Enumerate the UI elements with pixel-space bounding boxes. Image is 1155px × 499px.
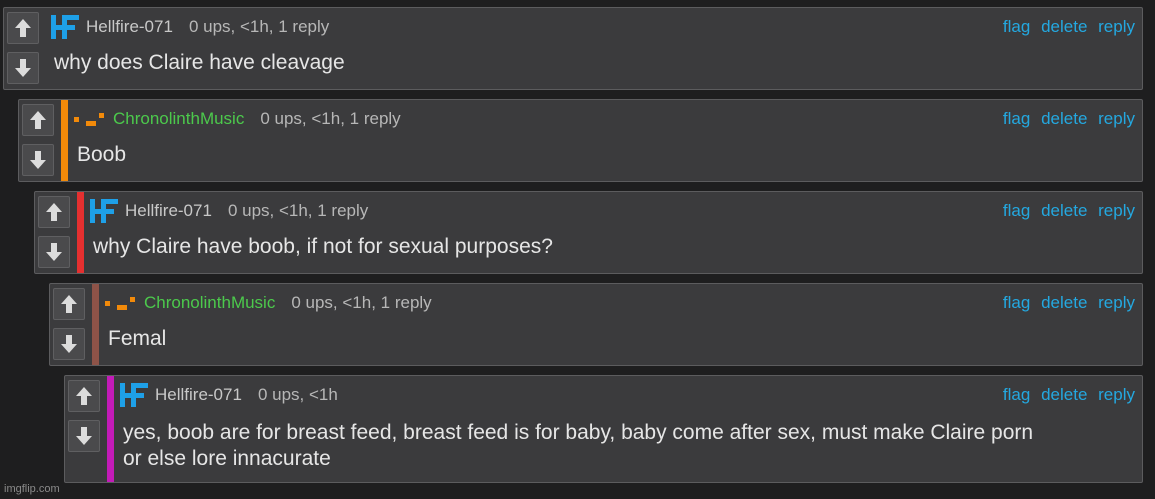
vote-controls <box>65 376 103 482</box>
arrow-up-icon <box>76 387 92 405</box>
reply-link[interactable]: reply <box>1098 201 1135 220</box>
comment-text: Femal <box>108 327 167 350</box>
comment-actions: flag delete reply <box>997 17 1135 37</box>
comment-actions: flag delete reply <box>997 385 1135 405</box>
thread-depth-bar <box>92 284 99 365</box>
comment-meta: 0 ups, <1h, 1 reply <box>227 201 369 220</box>
vote-controls <box>35 192 73 273</box>
comment-1: Hellfire-071 0 ups, <1h, 1 reply flag de… <box>3 7 1143 90</box>
comment-text: yes, boob are for breast feed, breast fe… <box>123 420 1133 472</box>
hf-logo-icon[interactable] <box>89 197 119 225</box>
comment-meta: 0 ups, <1h, 1 reply <box>188 17 330 36</box>
arrow-up-icon <box>15 19 31 37</box>
flag-link[interactable]: flag <box>1003 293 1030 312</box>
upvote-button[interactable] <box>38 196 70 228</box>
username[interactable]: Hellfire-071 <box>125 201 212 221</box>
username[interactable]: ChronolinthMusic <box>144 293 275 313</box>
downvote-button[interactable] <box>38 236 70 268</box>
downvote-button[interactable] <box>68 420 100 452</box>
chronolinth-logo-icon[interactable] <box>73 110 107 128</box>
comment-text: Boob <box>77 143 127 166</box>
reply-link[interactable]: reply <box>1098 385 1135 404</box>
comment-text-line: yes, boob are for breast feed, breast fe… <box>123 421 1034 444</box>
upvote-button[interactable] <box>7 12 39 44</box>
arrow-down-icon <box>76 427 92 445</box>
upvote-button[interactable] <box>53 288 85 320</box>
hf-logo-icon[interactable] <box>119 381 149 409</box>
comment-5: Hellfire-071 0 ups, <1h flag delete repl… <box>64 375 1143 483</box>
comment-meta: 0 ups, <1h <box>257 385 338 404</box>
username[interactable]: ChronolinthMusic <box>113 109 244 129</box>
delete-link[interactable]: delete <box>1041 109 1087 128</box>
upvote-button[interactable] <box>22 104 54 136</box>
flag-link[interactable]: flag <box>1003 385 1030 404</box>
comment-3: Hellfire-071 0 ups, <1h, 1 reply flag de… <box>34 191 1143 274</box>
delete-link[interactable]: delete <box>1041 17 1087 36</box>
thread-depth-bar <box>77 192 84 273</box>
arrow-up-icon <box>46 203 62 221</box>
comment-4: ChronolinthMusic 0 ups, <1h, 1 reply fla… <box>49 283 1143 366</box>
upvote-button[interactable] <box>68 380 100 412</box>
vote-controls <box>50 284 88 365</box>
arrow-down-icon <box>30 151 46 169</box>
vote-controls <box>4 8 42 89</box>
comment-actions: flag delete reply <box>997 109 1135 129</box>
arrow-up-icon <box>61 295 77 313</box>
comment-actions: flag delete reply <box>997 293 1135 313</box>
comment-actions: flag delete reply <box>997 201 1135 221</box>
delete-link[interactable]: delete <box>1041 293 1087 312</box>
arrow-down-icon <box>46 243 62 261</box>
comment-text: why does Claire have cleavage <box>54 51 345 74</box>
flag-link[interactable]: flag <box>1003 109 1030 128</box>
reply-link[interactable]: reply <box>1098 293 1135 312</box>
downvote-button[interactable] <box>53 328 85 360</box>
delete-link[interactable]: delete <box>1041 201 1087 220</box>
imgflip-watermark: imgflip.com <box>4 483 60 495</box>
flag-link[interactable]: flag <box>1003 17 1030 36</box>
comment-meta: 0 ups, <1h, 1 reply <box>291 293 432 312</box>
vote-controls <box>19 100 57 181</box>
username[interactable]: Hellfire-071 <box>86 17 173 37</box>
hf-logo-icon[interactable] <box>50 13 80 41</box>
thread-depth-bar <box>107 376 114 482</box>
thread-depth-bar <box>61 100 68 181</box>
flag-link[interactable]: flag <box>1003 201 1030 220</box>
comment-text-line: or else lore innacurate <box>123 447 331 470</box>
arrow-down-icon <box>61 335 77 353</box>
delete-link[interactable]: delete <box>1041 385 1087 404</box>
comment-2: ChronolinthMusic 0 ups, <1h, 1 reply fla… <box>18 99 1143 182</box>
comment-meta: 0 ups, <1h, 1 reply <box>260 109 401 128</box>
arrow-down-icon <box>15 59 31 77</box>
downvote-button[interactable] <box>7 52 39 84</box>
reply-link[interactable]: reply <box>1098 109 1135 128</box>
comment-text: why Claire have boob, if not for sexual … <box>93 235 553 258</box>
chronolinth-logo-icon[interactable] <box>104 294 138 312</box>
downvote-button[interactable] <box>22 144 54 176</box>
username[interactable]: Hellfire-071 <box>155 385 242 405</box>
reply-link[interactable]: reply <box>1098 17 1135 36</box>
arrow-up-icon <box>30 111 46 129</box>
